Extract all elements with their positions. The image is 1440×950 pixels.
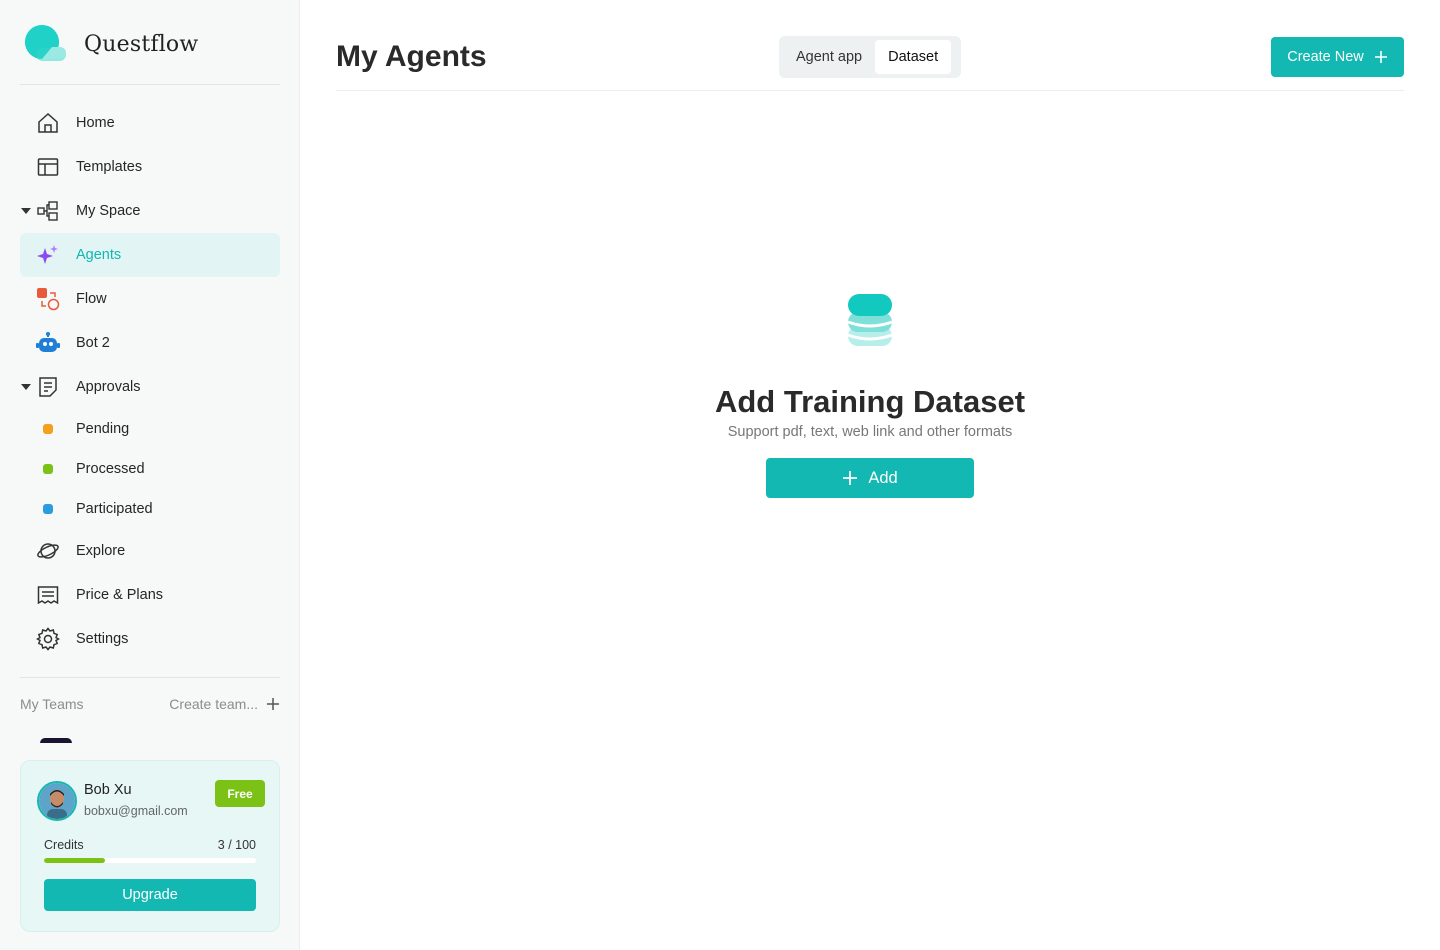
status-dot-container [36, 497, 60, 521]
plus-icon [1374, 51, 1387, 63]
caret-down-icon[interactable] [20, 381, 32, 393]
sidebar-item-label: Price & Plans [76, 587, 164, 603]
header-divider [336, 90, 1404, 91]
create-new-label: Create New [1287, 49, 1364, 65]
sidebar-divider [20, 677, 280, 678]
approvals-icon [36, 375, 60, 399]
plan-badge: Free [215, 780, 265, 807]
credits-label: Credits [44, 838, 84, 852]
create-team-label: Create team... [169, 696, 258, 712]
add-label: Add [868, 468, 898, 487]
sidebar-item-flow[interactable]: Flow [20, 277, 280, 321]
gear-icon [36, 627, 60, 651]
view-toggle: Agent app Dataset [779, 36, 961, 78]
sidebar-item-label: Bot 2 [76, 335, 110, 351]
plus-icon [267, 698, 279, 710]
sidebar-divider [20, 84, 280, 85]
upgrade-button[interactable]: Upgrade [44, 879, 256, 911]
app-logo[interactable]: Questflow [22, 24, 198, 64]
flow-icon [36, 287, 60, 311]
app-name: Questflow [84, 31, 199, 57]
user-card: Bob Xu bobxu@gmail.com Free Credits 3 / … [20, 760, 280, 932]
receipt-icon [36, 583, 60, 607]
processed-status-dot [43, 464, 53, 474]
user-email: bobxu@gmail.com [84, 804, 188, 818]
empty-state-title: Add Training Dataset [714, 384, 1026, 419]
sidebar-item-processed[interactable]: Processed [20, 447, 280, 491]
sidebar-item-templates[interactable]: Templates [20, 145, 280, 189]
templates-icon [36, 155, 60, 179]
sidebar-item-my-space[interactable]: My Space [20, 189, 280, 233]
participated-status-dot [43, 504, 53, 514]
status-dot-container [36, 457, 60, 481]
planet-icon [36, 539, 60, 563]
database-icon [846, 292, 894, 348]
sidebar-item-approvals[interactable]: Approvals [20, 365, 280, 409]
sidebar-item-bot-2[interactable]: Bot 2 [20, 321, 280, 365]
questflow-logo-icon [22, 24, 68, 64]
add-dataset-button[interactable]: Add [766, 458, 974, 498]
sidebar-item-label: Approvals [76, 379, 141, 395]
home-icon [36, 111, 60, 135]
sidebar-item-home[interactable]: Home [20, 101, 280, 145]
sparkle-icon [36, 243, 60, 267]
caret-down-icon[interactable] [20, 205, 32, 217]
sidebar-item-label: My Space [76, 203, 141, 219]
team-avatar[interactable] [40, 738, 72, 743]
sidebar-item-label: Agents [76, 247, 122, 263]
sidebar-item-label: Participated [76, 501, 153, 517]
avatar[interactable] [37, 781, 77, 821]
create-team-button[interactable]: Create team... [169, 696, 280, 712]
user-name: Bob Xu [84, 782, 132, 798]
sidebar-item-label: Processed [76, 461, 145, 477]
empty-state-subtitle: Support pdf, text, web link and other fo… [727, 424, 1013, 440]
sidebar-item-label: Flow [76, 291, 107, 307]
sidebar-item-label: Pending [76, 421, 130, 437]
bot-icon [36, 331, 60, 355]
sidebar-item-label: Explore [76, 543, 126, 559]
plus-icon [843, 471, 858, 485]
pending-status-dot [43, 424, 53, 434]
space-icon [36, 199, 60, 223]
sidebar-item-settings[interactable]: Settings [20, 617, 280, 661]
my-teams-header: My Teams Create team... [20, 694, 280, 714]
sidebar-item-explore[interactable]: Explore [20, 529, 280, 573]
sidebar-item-agents[interactable]: Agents [20, 233, 280, 277]
create-new-button[interactable]: Create New [1271, 37, 1404, 77]
sidebar-item-pending[interactable]: Pending [20, 407, 280, 451]
status-dot-container [36, 417, 60, 441]
credits-progress-fill [44, 858, 106, 863]
sidebar-item-label: Settings [76, 631, 129, 647]
page-title: My Agents [336, 40, 487, 73]
sidebar-item-participated[interactable]: Participated [20, 487, 280, 531]
tab-agent-app[interactable]: Agent app [783, 40, 875, 74]
sidebar-item-label: Home [76, 115, 115, 131]
sidebar-item-price-plans[interactable]: Price & Plans [20, 573, 280, 617]
sidebar: Questflow Home Templates My Space Agents [0, 0, 300, 950]
credits-progress-bar [44, 858, 256, 863]
my-teams-title: My Teams [20, 696, 84, 712]
tab-dataset[interactable]: Dataset [875, 40, 952, 74]
credits-value: 3 / 100 [217, 838, 256, 852]
sidebar-item-label: Templates [76, 159, 143, 175]
